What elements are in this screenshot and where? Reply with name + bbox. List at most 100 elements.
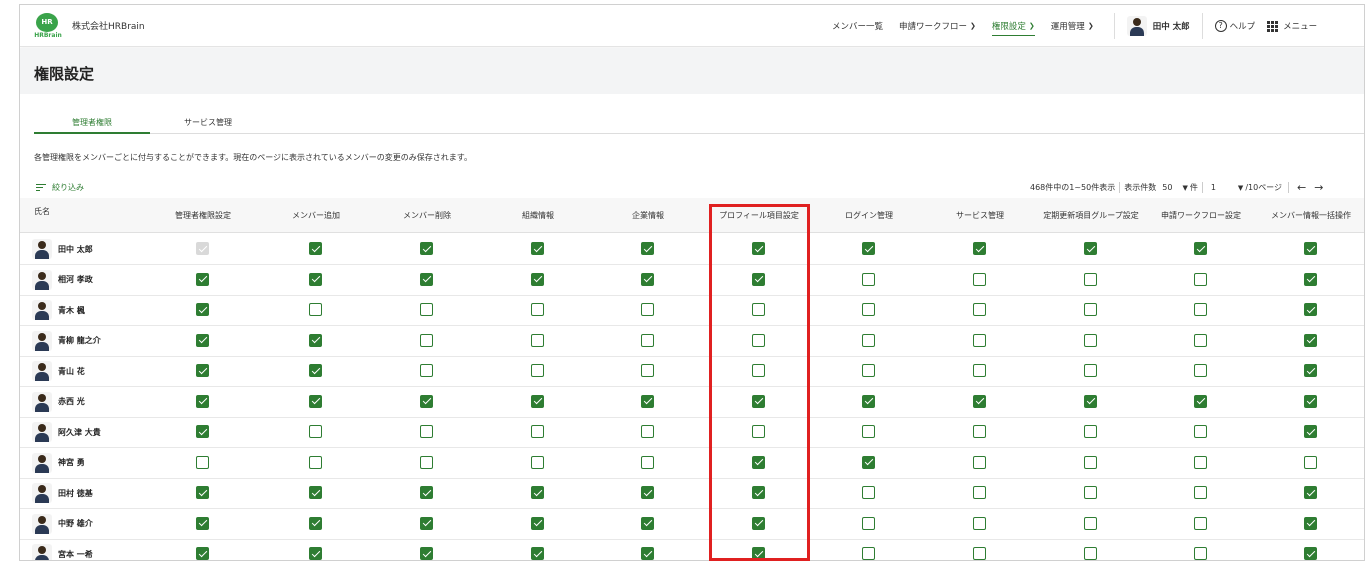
permission-checkbox[interactable]	[531, 333, 544, 347]
member-name-cell[interactable]: 神宮 勇	[32, 448, 85, 478]
permission-checkbox[interactable]	[309, 486, 322, 499]
permission-checkbox[interactable]	[641, 333, 654, 347]
permission-checkbox[interactable]	[641, 547, 654, 560]
permission-checkbox[interactable]	[420, 364, 433, 377]
permission-checkbox[interactable]	[641, 242, 654, 255]
user-menu[interactable]: 田中 太郎	[1126, 16, 1190, 36]
permission-checkbox[interactable]	[1304, 547, 1317, 560]
permission-checkbox[interactable]	[1194, 547, 1207, 560]
permission-checkbox[interactable]	[862, 272, 875, 286]
permission-checkbox[interactable]	[862, 547, 875, 560]
member-name-cell[interactable]: 青山 花	[32, 356, 85, 386]
permission-checkbox[interactable]	[309, 455, 322, 469]
member-name-cell[interactable]: 青木 楓	[32, 295, 85, 325]
permission-checkbox[interactable]	[752, 242, 765, 255]
permission-checkbox[interactable]	[309, 303, 322, 316]
permission-checkbox[interactable]	[1304, 333, 1317, 347]
tab-service-management[interactable]: サービス管理	[150, 117, 266, 134]
permission-checkbox[interactable]	[641, 425, 654, 438]
permission-checkbox[interactable]	[752, 303, 765, 316]
nav-member-list[interactable]: メンバー一覧	[832, 16, 883, 36]
permission-checkbox[interactable]	[309, 364, 322, 377]
permission-checkbox[interactable]	[531, 547, 544, 560]
permission-checkbox[interactable]	[1194, 455, 1207, 469]
permission-checkbox[interactable]	[309, 547, 322, 560]
permission-checkbox[interactable]	[1084, 425, 1097, 438]
permission-checkbox[interactable]	[531, 394, 544, 408]
permission-checkbox[interactable]	[196, 303, 209, 316]
permission-checkbox[interactable]	[641, 486, 654, 499]
permission-checkbox[interactable]	[862, 333, 875, 347]
permission-checkbox[interactable]	[641, 364, 654, 377]
permission-checkbox[interactable]	[752, 333, 765, 347]
permission-checkbox[interactable]	[1084, 242, 1097, 255]
permission-checkbox[interactable]	[196, 272, 209, 286]
permission-checkbox[interactable]	[420, 425, 433, 438]
permission-checkbox[interactable]	[862, 394, 875, 408]
permission-checkbox[interactable]	[420, 455, 433, 469]
member-name-cell[interactable]: 田中 太郎	[32, 234, 93, 264]
nav-permission-settings[interactable]: 権限設定 ❯	[991, 16, 1035, 36]
permission-checkbox[interactable]	[309, 516, 322, 530]
permission-checkbox[interactable]	[752, 425, 765, 438]
permission-checkbox[interactable]	[862, 455, 875, 469]
permission-checkbox[interactable]	[1194, 364, 1207, 377]
help-link[interactable]: ? ヘルプ	[1214, 20, 1255, 32]
menu-button[interactable]: メニュー	[1267, 20, 1317, 32]
permission-checkbox[interactable]	[531, 455, 544, 469]
permission-checkbox[interactable]	[420, 486, 433, 499]
permission-checkbox[interactable]	[862, 486, 875, 499]
tab-admin-permissions[interactable]: 管理者権限	[34, 117, 150, 134]
permission-checkbox[interactable]	[196, 486, 209, 499]
permission-checkbox[interactable]	[1084, 303, 1097, 316]
permission-checkbox[interactable]	[973, 333, 986, 347]
member-name-cell[interactable]: 阿久津 大貴	[32, 417, 101, 447]
permission-checkbox[interactable]	[309, 394, 322, 408]
page-select[interactable]: 1 ▼ /10ページ	[1211, 182, 1282, 193]
permission-checkbox[interactable]	[196, 333, 209, 347]
permission-checkbox[interactable]	[973, 516, 986, 530]
nav-workflow[interactable]: 申請ワークフロー ❯	[899, 16, 976, 36]
permission-checkbox[interactable]	[1194, 333, 1207, 347]
permission-checkbox[interactable]	[973, 303, 986, 316]
permission-checkbox[interactable]	[1194, 242, 1207, 255]
permission-checkbox[interactable]	[1084, 272, 1097, 286]
next-page-icon[interactable]: →	[1314, 181, 1323, 194]
permission-checkbox[interactable]	[420, 303, 433, 316]
nav-operations[interactable]: 運用管理 ❯	[1051, 16, 1094, 36]
permission-checkbox[interactable]	[531, 516, 544, 530]
permission-checkbox[interactable]	[1304, 516, 1317, 530]
permission-checkbox[interactable]	[1194, 516, 1207, 530]
member-name-cell[interactable]: 田村 徳基	[32, 478, 93, 508]
permission-checkbox[interactable]	[973, 547, 986, 560]
permission-checkbox[interactable]	[1084, 364, 1097, 377]
permission-checkbox[interactable]	[531, 425, 544, 438]
permission-checkbox[interactable]	[862, 303, 875, 316]
permission-checkbox[interactable]	[420, 394, 433, 408]
permission-checkbox[interactable]	[752, 364, 765, 377]
permission-checkbox[interactable]	[862, 516, 875, 530]
permission-checkbox[interactable]	[1084, 333, 1097, 347]
permission-checkbox[interactable]	[752, 394, 765, 408]
filter-button[interactable]: 絞り込み	[36, 182, 84, 193]
prev-page-icon[interactable]: ←	[1297, 181, 1306, 194]
member-name-cell[interactable]: 赤西 光	[32, 387, 85, 417]
permission-checkbox[interactable]	[862, 364, 875, 377]
permission-checkbox[interactable]	[1194, 486, 1207, 499]
permission-checkbox[interactable]	[1194, 394, 1207, 408]
permission-checkbox[interactable]	[973, 394, 986, 408]
permission-checkbox[interactable]	[1304, 455, 1317, 469]
permission-checkbox[interactable]	[641, 516, 654, 530]
permission-checkbox[interactable]	[641, 303, 654, 316]
permission-checkbox[interactable]	[420, 547, 433, 560]
member-name-cell[interactable]: 宮本 一希	[32, 539, 93, 560]
permission-checkbox[interactable]	[973, 455, 986, 469]
permission-checkbox[interactable]	[1304, 242, 1317, 255]
permission-checkbox[interactable]	[973, 272, 986, 286]
permission-checkbox[interactable]	[309, 333, 322, 347]
permission-checkbox[interactable]	[1084, 486, 1097, 499]
permission-checkbox[interactable]	[1084, 547, 1097, 560]
member-name-cell[interactable]: 青柳 龍之介	[32, 326, 101, 356]
permission-checkbox[interactable]	[420, 333, 433, 347]
permission-checkbox[interactable]	[196, 425, 209, 438]
